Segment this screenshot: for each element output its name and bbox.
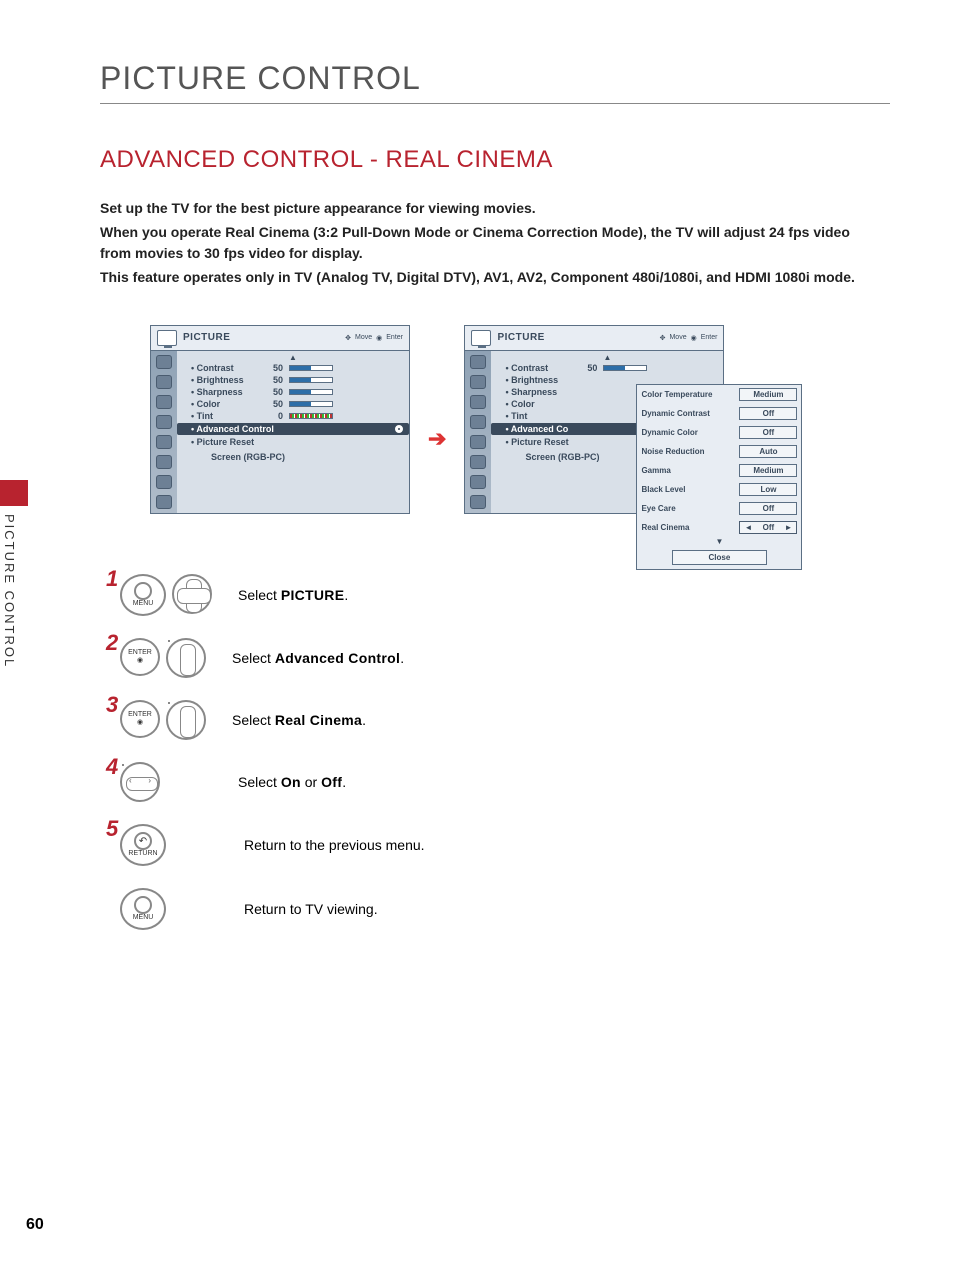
remote-return-button: ↶RETURN [120,824,166,866]
section-title: ADVANCED CONTROL - REAL CINEMA [100,146,864,174]
remote-menu-button: MENU [120,888,166,930]
page-title: PICTURE CONTROL [100,60,864,97]
tv-icon [157,330,177,346]
adv-value: Auto [739,445,797,458]
osd-title: PICTURE [497,332,544,343]
radio-selected-icon [395,425,403,433]
remote-menu-button: MENU [120,574,166,616]
menu-icon [156,455,172,469]
arrow-right-icon: ➔ [428,426,446,452]
osd-item-color: • Color50 [181,398,405,410]
step-text: Return to the previous menu. [244,837,425,853]
paragraph-3: This feature operates only in TV (Analog… [100,267,864,289]
adv-dynamic-contrast: Dynamic ContrastOff [637,404,801,423]
menu-icon [470,415,486,429]
osd-item-contrast: • Contrast50 [495,362,719,374]
scroll-down-icon: ▼ [637,537,801,546]
paragraph-1: Set up the TV for the best picture appea… [100,198,864,220]
close-button: Close [672,550,768,565]
menu-icon [156,435,172,449]
remote-enter-button: ENTER◉ [120,638,160,676]
adv-gamma: GammaMedium [637,461,801,480]
menu-icon [156,375,172,389]
step-text: Select On or Off. [238,774,346,790]
step-number: 5 [106,816,118,842]
adv-value: Off [739,426,797,439]
adv-color-temperature: Color TemperatureMedium [637,385,801,404]
tv-icon [471,330,491,346]
menu-icon [470,455,486,469]
remote-enter-button: ENTER◉ [120,700,160,738]
menu-icon [470,475,486,489]
scroll-up-icon: ▲ [181,354,405,362]
step-text: Select Advanced Control. [232,650,404,666]
osd-title: PICTURE [183,332,230,343]
osd-hint: ✥Move◉Enter [345,334,403,342]
screen-label: Screen (RGB-PC) [181,448,405,466]
adv-real-cinema-selected: Real Cinema◄Off► [637,518,801,537]
menu-icon [470,375,486,389]
step-number: 1 [106,566,118,592]
menu-icon [156,355,172,369]
step-text: Select PICTURE. [238,587,348,603]
adv-value: Off [739,407,797,420]
adv-eye-care: Eye CareOff [637,499,801,518]
step-2: 2 ENTER◉ Select Advanced Control. [106,638,864,678]
triangle-left-icon: ◄ [744,523,752,532]
step-number: 2 [106,630,118,656]
remote-dpad-vertical-icon [166,700,206,740]
step-5: 5 ↶RETURN Return to the previous menu. [106,824,864,866]
osd-item-brightness: • Brightness50 [181,374,405,386]
menu-icon [156,415,172,429]
title-underline [100,103,890,104]
adv-value: Medium [739,388,797,401]
osd-item-tint: • Tint0 [181,410,405,422]
adv-value-selected: ◄Off► [739,521,797,534]
adv-dynamic-color: Dynamic ColorOff [637,423,801,442]
adv-noise-reduction: Noise ReductionAuto [637,442,801,461]
menu-icon [470,435,486,449]
remote-dpad-icon [172,574,212,614]
adv-value: Medium [739,464,797,477]
step-number: 3 [106,692,118,718]
step-number: 4 [106,754,118,780]
step-4: 4 ‹ › Select On or Off. [106,762,864,802]
osd-item-sharpness: • Sharpness50 [181,386,405,398]
osd-item-reset: • Picture Reset [181,436,405,448]
osd-item-advanced-selected: • Advanced Control [177,423,409,435]
body-text: Set up the TV for the best picture appea… [100,198,864,289]
scroll-up-icon: ▲ [495,354,719,362]
remote-dpad-horizontal-icon: ‹ › [120,762,160,802]
menu-icon [470,395,486,409]
osd-hint: ✥Move◉Enter [660,334,718,342]
step-1: 1 MENU Select PICTURE. [106,574,864,616]
step-text: Return to TV viewing. [244,901,378,917]
step-text: Select Real Cinema. [232,712,366,728]
adv-value: Low [739,483,797,496]
menu-icon [470,355,486,369]
osd-item-contrast: • Contrast50 [181,362,405,374]
osd-picture-left: PICTURE ✥Move◉Enter ▲ [150,325,410,514]
menu-icon [156,475,172,489]
adv-black-level: Black LevelLow [637,480,801,499]
step-6: MENU Return to TV viewing. [106,888,864,930]
step-3: 3 ENTER◉ Select Real Cinema. [106,700,864,740]
triangle-right-icon: ► [785,523,793,532]
menu-icon [470,495,486,509]
menu-icon [156,395,172,409]
side-tab: PICTURE CONTROL [0,480,28,690]
page-number: 60 [26,1216,44,1234]
osd-side-icons [465,351,491,513]
paragraph-2: When you operate Real Cinema (3:2 Pull-D… [100,222,864,265]
adv-value: Off [739,502,797,515]
remote-dpad-vertical-icon [166,638,206,678]
advanced-control-panel: Color TemperatureMedium Dynamic Contrast… [636,384,802,570]
tab-accent [0,480,28,506]
osd-side-icons [151,351,177,513]
side-tab-label: PICTURE CONTROL [2,514,17,668]
menu-icon [156,495,172,509]
